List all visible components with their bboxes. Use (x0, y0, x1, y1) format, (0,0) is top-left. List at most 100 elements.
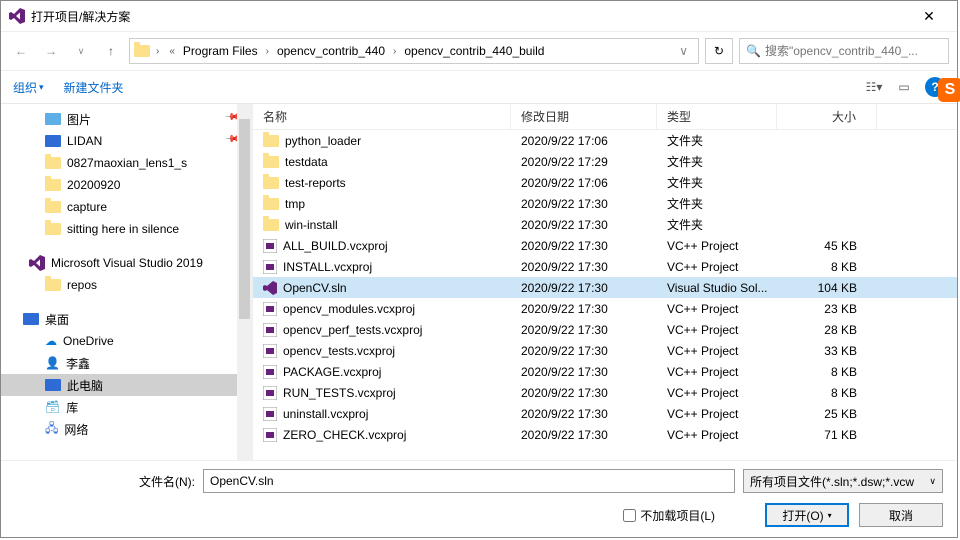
organize-button[interactable]: 组织 ▾ (13, 79, 44, 96)
sidebar-item-label: sitting here in silence (67, 222, 179, 236)
col-type[interactable]: 类型 (657, 104, 777, 129)
sidebar-item-label: 20200920 (67, 178, 120, 192)
file-name: opencv_tests.vcxproj (283, 344, 395, 358)
file-type: 文件夹 (667, 132, 703, 149)
file-type: VC++ Project (667, 428, 738, 442)
file-date: 2020/9/22 17:30 (521, 197, 608, 211)
file-row[interactable]: test-reports2020/9/22 17:06文件夹 (253, 172, 957, 193)
file-size: 25 KB (824, 407, 857, 421)
sidebar-item-repos[interactable]: repos (1, 274, 252, 296)
sidebar-item[interactable]: 20200920 (1, 174, 252, 196)
file-row[interactable]: opencv_perf_tests.vcxproj2020/9/22 17:30… (253, 319, 957, 340)
folder-icon (263, 135, 279, 147)
file-size: 23 KB (824, 302, 857, 316)
file-row[interactable]: RUN_TESTS.vcxproj2020/9/22 17:30VC++ Pro… (253, 382, 957, 403)
file-list-header: 名称 修改日期 类型 大小 (253, 104, 957, 130)
file-name: python_loader (285, 134, 361, 148)
filename-input[interactable] (203, 469, 735, 493)
col-size[interactable]: 大小 (777, 104, 877, 129)
file-row[interactable]: PACKAGE.vcxproj2020/9/22 17:30VC++ Proje… (253, 361, 957, 382)
folder-icon (45, 279, 61, 291)
forward-button[interactable]: → (39, 39, 63, 63)
up-button[interactable]: ↑ (99, 39, 123, 63)
file-name: PACKAGE.vcxproj (283, 365, 381, 379)
vcxproj-icon (263, 322, 277, 338)
folder-icon (45, 179, 61, 191)
folder-icon (45, 157, 61, 169)
file-date: 2020/9/22 17:30 (521, 407, 608, 421)
breadcrumb[interactable]: › « Program Files › opencv_contrib_440 ›… (129, 38, 699, 64)
noload-checkbox-input[interactable] (623, 509, 636, 522)
sidebar-item-desktop[interactable]: 桌面 (1, 308, 252, 330)
file-name: ZERO_CHECK.vcxproj (283, 428, 406, 442)
sidebar-item-label: repos (67, 278, 97, 292)
cancel-button[interactable]: 取消 (859, 503, 943, 527)
file-row[interactable]: win-install2020/9/22 17:30文件夹 (253, 214, 957, 235)
search-input[interactable] (765, 44, 942, 58)
view-button[interactable]: ☷▾ (861, 76, 887, 98)
file-size: 8 KB (831, 365, 857, 379)
chevron-down-icon[interactable]: ∨ (673, 44, 694, 58)
file-date: 2020/9/22 17:30 (521, 428, 608, 442)
sidebar-item-network[interactable]: 🖧网络 (1, 418, 252, 440)
file-row[interactable]: ZERO_CHECK.vcxproj 2020/9/22 17:30 VC++ Pr… (253, 424, 957, 445)
file-name: uninstall.vcxproj (283, 407, 368, 421)
file-row[interactable]: python_loader 2020/9/22 17:06 文件夹 (253, 130, 957, 151)
file-type: 文件夹 (667, 216, 703, 233)
file-date: 2020/9/22 17:06 (521, 134, 608, 148)
sidebar-item-thispc[interactable]: 此电脑 (1, 374, 252, 396)
sln-icon (263, 280, 277, 296)
sidebar-scrollbar[interactable] (237, 104, 252, 460)
sidebar-item-onedrive[interactable]: ☁OneDrive (1, 330, 252, 352)
vcxproj-icon (263, 301, 277, 317)
newfolder-button[interactable]: 新建文件夹 (64, 79, 124, 96)
file-row[interactable]: testdata2020/9/22 17:29文件夹 (253, 151, 957, 172)
file-row[interactable]: ALL_BUILD.vcxproj2020/9/22 17:30VC++ Pro… (253, 235, 957, 256)
sidebar-item[interactable]: 0827maoxian_lens1_s (1, 152, 252, 174)
sidebar-item-label: 库 (66, 399, 78, 416)
folder-icon (45, 201, 61, 213)
file-name: testdata (285, 155, 328, 169)
recent-dropdown[interactable]: ∨ (69, 39, 93, 63)
sidebar-item-libraries[interactable]: 🗃库 (1, 396, 252, 418)
file-row[interactable]: tmp2020/9/22 17:30文件夹 (253, 193, 957, 214)
refresh-button[interactable]: ↻ (705, 38, 733, 64)
col-name[interactable]: 名称 (253, 104, 511, 129)
sidebar-item-vs[interactable]: Microsoft Visual Studio 2019 (1, 252, 252, 274)
chevron-icon: › (262, 46, 273, 57)
file-type: VC++ Project (667, 365, 738, 379)
file-size: 8 KB (831, 386, 857, 400)
file-row[interactable]: opencv_modules.vcxproj2020/9/22 17:30VC+… (253, 298, 957, 319)
preview-button[interactable]: ▭ (891, 76, 917, 98)
sidebar-item[interactable]: LIDAN📌 (1, 130, 252, 152)
vs-icon (9, 8, 25, 24)
sidebar-item[interactable]: capture (1, 196, 252, 218)
file-row[interactable]: OpenCV.sln2020/9/22 17:30Visual Studio S… (253, 277, 957, 298)
sidebar-item[interactable]: sitting here in silence (1, 218, 252, 240)
search-box[interactable]: 🔍 (739, 38, 949, 64)
file-date: 2020/9/22 17:30 (521, 281, 608, 295)
filetype-dropdown[interactable]: 所有项目文件(*.sln;*.dsw;*.vcw∨ (743, 469, 943, 493)
file-type: VC++ Project (667, 260, 738, 274)
col-date[interactable]: 修改日期 (511, 104, 657, 129)
vcxproj-icon (263, 238, 277, 254)
file-row[interactable]: uninstall.vcxproj2020/9/22 17:30VC++ Pro… (253, 403, 957, 424)
file-row[interactable]: opencv_tests.vcxproj2020/9/22 17:30VC++ … (253, 340, 957, 361)
sidebar-item-user[interactable]: 👤李鑫 (1, 352, 252, 374)
bc-seg-1[interactable]: opencv_contrib_440 (275, 44, 387, 58)
file-type: Visual Studio Sol... (667, 281, 768, 295)
titlebar: 打开项目/解决方案 ✕ (1, 1, 957, 32)
open-button[interactable]: 打开(O) ▾ (765, 503, 849, 527)
bc-seg-0[interactable]: Program Files (181, 44, 260, 58)
close-button[interactable]: ✕ (909, 1, 949, 31)
back-button[interactable]: ← (9, 39, 33, 63)
file-row[interactable]: INSTALL.vcxproj2020/9/22 17:30VC++ Proje… (253, 256, 957, 277)
bc-seg-2[interactable]: opencv_contrib_440_build (402, 44, 546, 58)
file-name: test-reports (285, 176, 346, 190)
noload-checkbox[interactable]: 不加载项目(L) (623, 507, 715, 524)
vcxproj-icon (263, 385, 277, 401)
bc-ellipsis[interactable]: « (165, 46, 179, 57)
sidebar-item[interactable]: 图片📌 (1, 108, 252, 130)
file-size: 104 KB (818, 281, 857, 295)
chevron-icon: › (389, 46, 400, 57)
